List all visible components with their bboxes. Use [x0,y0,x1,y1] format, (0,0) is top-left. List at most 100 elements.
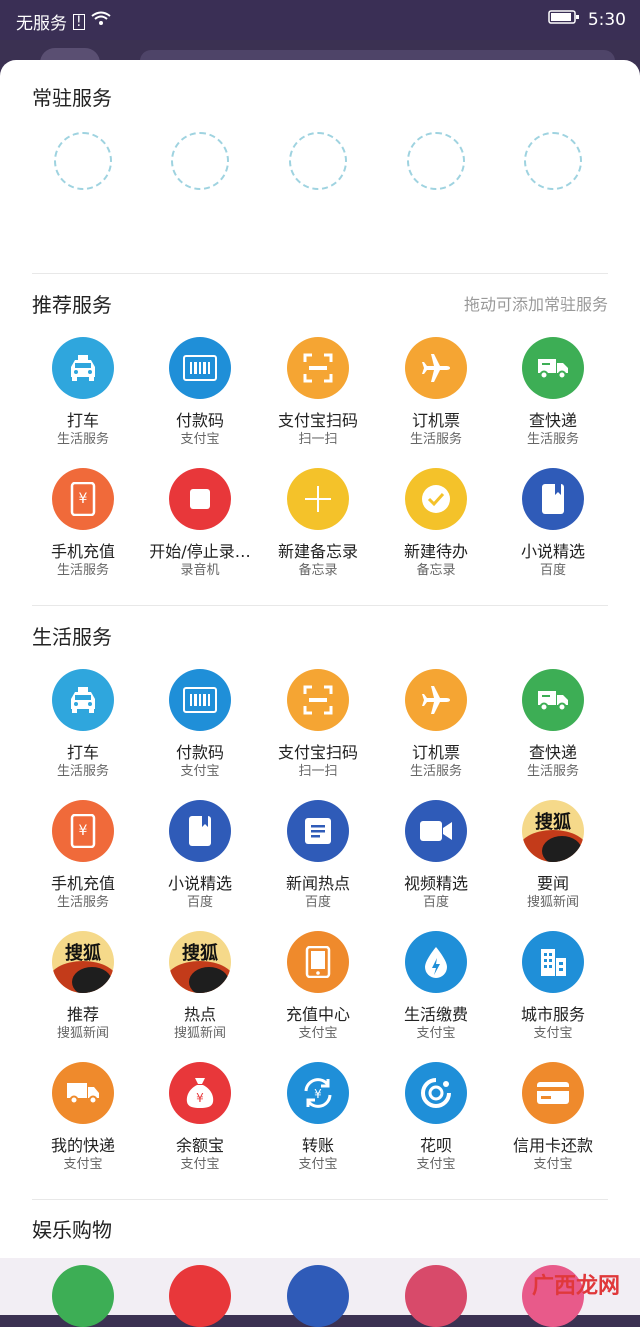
transfer-icon: ¥ [287,1062,349,1124]
service-provider: 支付宝 [298,1157,338,1172]
service-item[interactable]: 信用卡还款 支付宝 [494,1062,612,1174]
barcode-icon [169,337,231,399]
service-item[interactable]: 查快递 生活服务 [494,337,612,449]
service-item[interactable]: 查快递 生活服务 [494,669,612,781]
service-item[interactable]: 花呗 支付宝 [377,1062,495,1174]
airplane-icon [405,337,467,399]
service-provider: 生活服务 [56,895,109,910]
service-item[interactable]: 付款码 支付宝 [141,337,259,449]
book-icon [522,468,584,530]
service-item[interactable]: ¥ 余额宝 支付宝 [141,1062,259,1174]
service-label: 新闻热点 [285,874,350,893]
video-icon [405,800,467,862]
stop-icon [169,468,231,530]
service-provider: 支付宝 [180,432,220,447]
service-item[interactable]: 小说精选 百度 [141,800,259,912]
service-item[interactable]: ¥ 手机充值生活服务 [24,468,142,580]
scan-icon [287,337,349,399]
pinned-slot[interactable] [54,132,112,190]
svg-text:¥: ¥ [314,1087,322,1101]
service-item[interactable]: 打车 生活服务 [24,669,142,781]
service-label: 余额宝 [175,1136,224,1155]
service-item[interactable]: 生活缴费 支付宝 [377,931,495,1043]
phone-recharge-icon: ¥ [52,800,114,862]
service-item[interactable]: 订机票 生活服务 [377,669,495,781]
service-label: 手机充值 [50,542,115,561]
service-label: 转账 [301,1136,334,1155]
service-label: 城市服务 [520,1005,585,1024]
service-provider: 百度 [304,895,331,910]
service-provider: 生活服务 [56,563,109,578]
sohu-logo: 搜狐 [52,931,114,993]
service-provider: 支付宝 [63,1157,103,1172]
entertainment-icon[interactable] [52,1265,114,1327]
service-label: 支付宝扫码 [277,743,358,762]
service-item[interactable]: 新建备忘录 备忘录 [259,468,377,580]
service-item[interactable]: 搜狐 要闻 搜狐新闻 [494,800,612,912]
tablet-icon [287,931,349,993]
service-provider: 备忘录 [298,563,338,578]
recommended-section-title: 推荐服务 [32,293,112,317]
service-label: 付款码 [175,743,224,762]
service-provider: 搜狐新闻 [56,1026,109,1041]
drag-hint: 拖动可添加常驻服务 [463,295,608,314]
pinned-slot[interactable] [171,132,229,190]
service-item[interactable]: 新闻热点 百度 [259,800,377,912]
service-item[interactable]: 打车 生活服务 [24,337,142,449]
service-item[interactable]: 充值中心 支付宝 [259,931,377,1043]
service-label: 查快递 [528,743,577,762]
service-label: 开始/停止录… [149,542,251,561]
service-provider: 支付宝 [416,1157,456,1172]
service-provider: 生活服务 [409,432,462,447]
pinned-section-title: 常驻服务 [32,86,112,110]
service-label: 新建待办 [403,542,468,561]
battery-icon [548,9,580,30]
service-item[interactable]: 搜狐 推荐 搜狐新闻 [24,931,142,1043]
service-item[interactable]: ¥ 手机充值 生活服务 [24,800,142,912]
entertainment-icon[interactable] [169,1265,231,1327]
service-item[interactable]: ¥ 转账支付宝 [259,1062,377,1174]
news-icon [287,800,349,862]
pinned-slot[interactable] [289,132,347,190]
service-item[interactable]: 开始/停止录… 录音机 [141,468,259,580]
sim-icon: ! [73,13,85,30]
svg-text:¥: ¥ [79,491,88,507]
pinned-slot[interactable] [407,132,465,190]
service-label: 我的快递 [50,1136,115,1155]
sohu-logo-text: 搜狐 [182,943,218,964]
service-provider: 生活服务 [526,432,579,447]
huabei-icon [405,1062,467,1124]
service-item[interactable]: 城市服务 支付宝 [494,931,612,1043]
service-item[interactable]: 付款码 支付宝 [141,669,259,781]
service-panel: 常驻服务 推荐服务 拖动可添加常驻服务 打车 生活服务 付款码 支付宝 支付宝扫码 扫一扫… [0,60,640,1315]
svg-text:¥: ¥ [196,1091,204,1105]
service-provider: 支付宝 [533,1026,573,1041]
service-item[interactable]: 订机票 生活服务 [377,337,495,449]
barcode-icon [169,669,231,731]
service-item[interactable]: 新建待办 备忘录 [377,468,495,580]
divider [32,1199,608,1200]
sohu-logo-text: 搜狐 [65,943,101,964]
service-label: 查快递 [528,411,577,430]
service-provider: 百度 [186,895,213,910]
divider [32,273,608,274]
service-item[interactable]: 搜狐 热点 搜狐新闻 [141,931,259,1043]
service-label: 订机票 [411,411,460,430]
phone-recharge-icon: ¥ [52,468,114,530]
service-provider: 生活服务 [526,764,579,779]
pinned-slot[interactable] [524,132,582,190]
entertainment-icon[interactable] [405,1265,467,1327]
service-item[interactable]: 小说精选 百度 [494,468,612,580]
service-item[interactable]: 支付宝扫码 扫一扫 [259,669,377,781]
service-provider: 搜狐新闻 [173,1026,226,1041]
credit-card-icon [522,1062,584,1124]
service-provider: 搜狐新闻 [526,895,579,910]
service-item[interactable]: 视频精选 百度 [377,800,495,912]
service-provider: 生活服务 [56,764,109,779]
watermark: 广西龙网 [531,1274,620,1299]
service-item[interactable]: 支付宝扫码 扫一扫 [259,337,377,449]
service-provider: 支付宝 [180,764,220,779]
service-provider: 支付宝 [533,1157,573,1172]
service-item[interactable]: 我的快递 支付宝 [24,1062,142,1174]
entertainment-icon[interactable] [287,1265,349,1327]
